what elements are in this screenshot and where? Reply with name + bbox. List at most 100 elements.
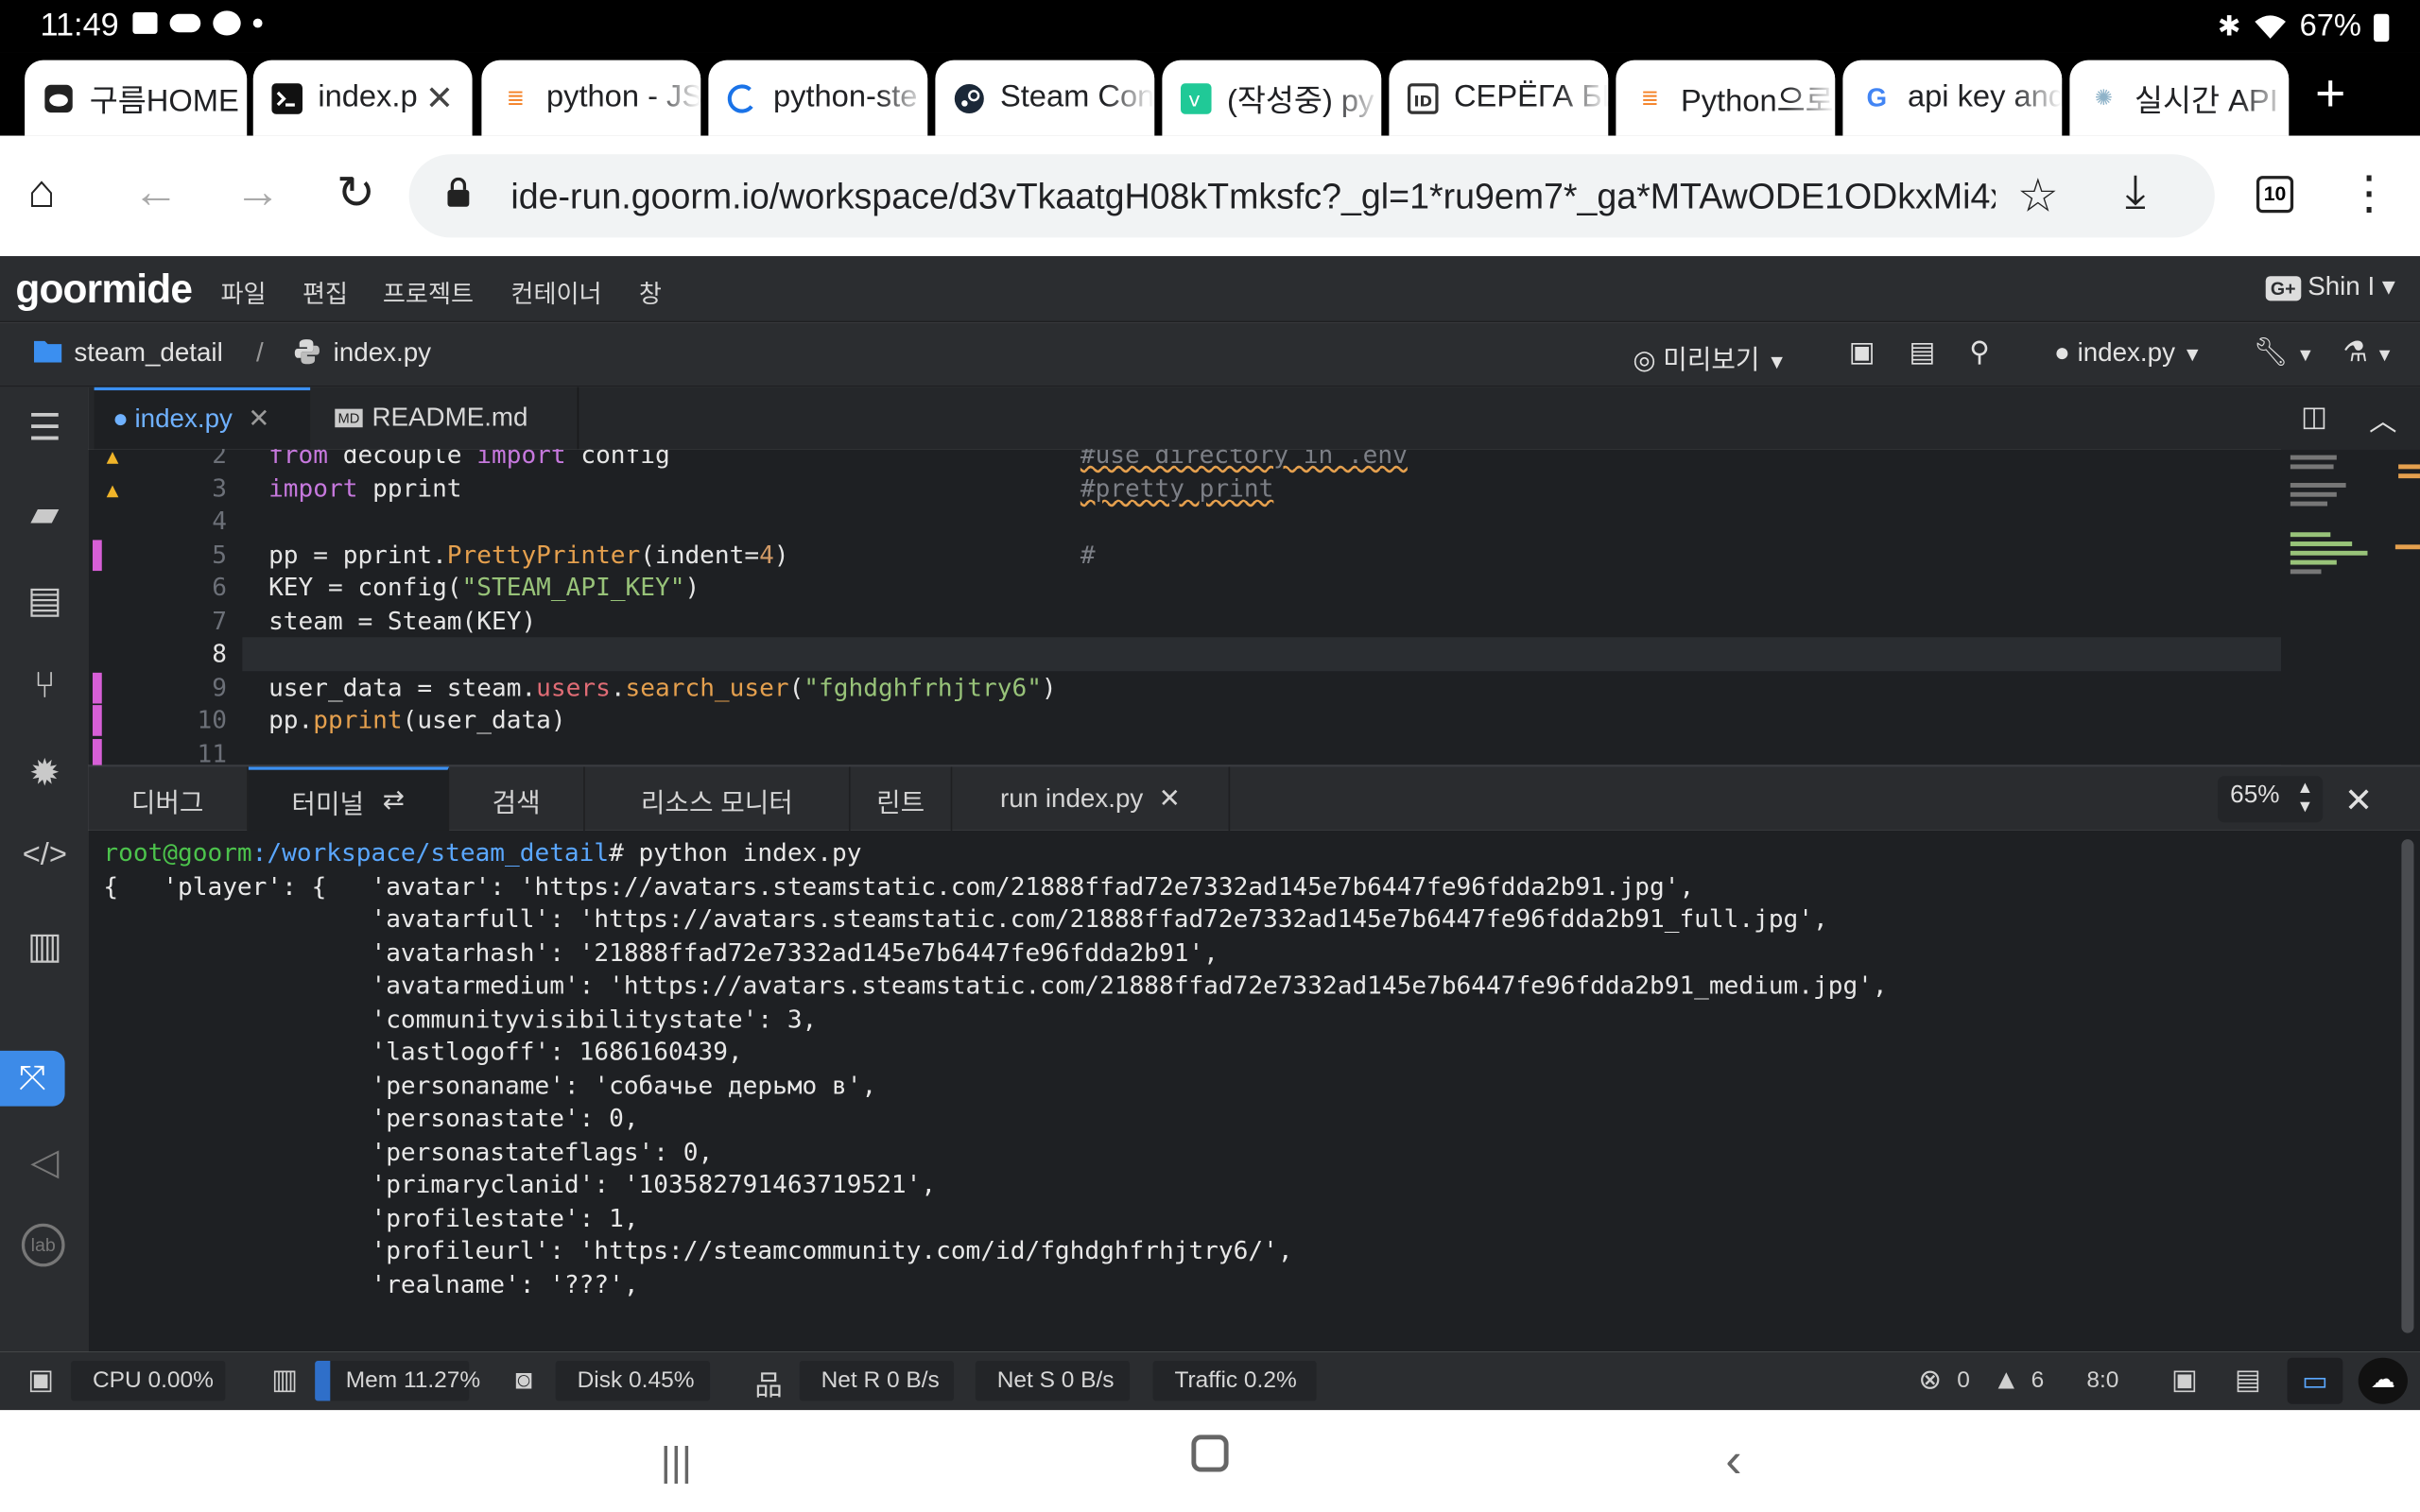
folder-icon (33, 338, 62, 370)
menu-edit[interactable]: 편집 (302, 273, 348, 310)
python-icon (293, 338, 320, 374)
terminal-line: 'personastateflags': 0, (103, 1137, 714, 1167)
git-branch-icon[interactable]: ⑂ (22, 665, 68, 709)
vscode-icon[interactable]: ◁ (22, 1141, 68, 1185)
briefcase-icon[interactable]: ▰ (22, 492, 68, 537)
change-marker (92, 672, 102, 704)
code-line: 6 KEY = config("STEAM_API_KEY") (212, 572, 700, 602)
menu-container[interactable]: 컨테이너 (510, 273, 601, 310)
cloud-status-icon[interactable]: ☁ (2358, 1357, 2408, 1404)
change-marker (92, 540, 102, 572)
address-bar[interactable]: ide-run.goorm.io/workspace/d3vTkaatgH08k… (408, 154, 2215, 238)
build-wrench-icon[interactable]: 🔧︎ ▼ (2254, 336, 2315, 369)
preview-button[interactable]: ◎ 미리보기 ▼ (1633, 338, 1787, 377)
close-icon[interactable]: ✕ (1159, 783, 1181, 815)
python-icon: ● (112, 404, 129, 434)
browser-tab[interactable]: ≣ python - JS (481, 60, 701, 136)
browser-tab[interactable]: G api key and (1842, 60, 2063, 136)
recent-apps-icon[interactable]: ||| (661, 1438, 692, 1486)
terminal-scrollbar[interactable] (2401, 839, 2414, 1333)
fullscreen-icon[interactable]: ⤧ (0, 1050, 65, 1107)
chat-icon[interactable]: ▤ (2235, 1364, 2261, 1396)
layout-icon[interactable]: ▣ (2171, 1364, 2198, 1396)
home-button-icon[interactable] (1191, 1435, 1229, 1472)
back-icon[interactable]: ← (132, 166, 179, 219)
terminal-toggle-icon[interactable]: ▭ (2287, 1357, 2343, 1404)
tab-resource-monitor[interactable]: 리소스 모니터 (585, 766, 851, 832)
bookmark-star-icon[interactable]: ☆ (2017, 170, 2059, 224)
browser-tab[interactable]: ≣ Python으로 (1616, 60, 1836, 136)
warning-icon[interactable]: ▲ (1993, 1364, 2020, 1396)
warning-count[interactable]: 6 (2031, 1367, 2045, 1394)
close-icon[interactable]: ✕ (248, 404, 269, 436)
editor-tab-readme[interactable]: MD README.md (317, 387, 579, 450)
flask-icon[interactable]: ⚗ ▼ (2342, 336, 2394, 369)
menu-file[interactable]: 파일 (220, 273, 266, 310)
close-panel-icon[interactable]: ✕ (2344, 781, 2373, 820)
refresh-icon[interactable]: ⇄ (383, 785, 405, 816)
more-menu-icon[interactable]: ⋮ (2346, 166, 2393, 220)
terminal-line: 'personastate': 0, (103, 1103, 639, 1133)
terminal-line: 'personaname': 'собачье дерьмо в', (103, 1071, 877, 1101)
terminal-icon (271, 82, 302, 113)
search-icon[interactable]: ⚲ (1969, 336, 1990, 369)
tab-run-index-py[interactable]: run index.py ✕ (952, 766, 1231, 832)
code-icon[interactable]: </> (22, 838, 68, 874)
browser-tab[interactable]: python-ste (708, 60, 928, 136)
user-menu[interactable]: G+ Shin I ▾ (2265, 271, 2395, 302)
browser-tab-active[interactable]: index.p ✕ (252, 60, 473, 136)
change-marker (92, 705, 102, 736)
save-icon[interactable]: ▣ (1849, 336, 1876, 369)
run-target-select[interactable]: ● index.py ▼ (2054, 338, 2203, 369)
debug-bug-icon[interactable]: ✹ (22, 751, 68, 796)
browser-tab[interactable]: Steam Con (935, 60, 1155, 136)
new-tab-button[interactable]: + (2315, 68, 2345, 121)
python-icon: ● (2054, 337, 2070, 368)
markdown-icon: MD (335, 408, 363, 428)
hamburger-menu-icon[interactable]: ☰ (22, 405, 68, 450)
editor-tab-index-py[interactable]: ● index.py ✕ (94, 387, 311, 450)
back-button-icon[interactable]: ‹ (1725, 1432, 1741, 1488)
breadcrumb-project[interactable]: steam_detail (74, 338, 222, 369)
terminal-output[interactable]: root@goorm:/workspace/steam_detail# pyth… (88, 830, 2420, 1352)
terminal-zoom-select[interactable]: 65% ▲ ▼ (2218, 776, 2324, 823)
id-icon: ID (1407, 82, 1439, 113)
close-tab-icon[interactable]: ✕ (425, 78, 454, 118)
home-icon[interactable]: ⌂ (27, 166, 56, 219)
url-text[interactable]: ide-run.goorm.io/workspace/d3vTkaatgH08k… (510, 176, 1996, 217)
tab-terminal[interactable]: 터미널 ⇄ (248, 766, 450, 832)
android-status-bar: 11:49 ✱ 67% (0, 0, 2420, 53)
wifi-icon (2255, 14, 2286, 38)
tab-search[interactable]: 검색 (449, 766, 585, 832)
error-icon[interactable]: ⊗ (1918, 1364, 1942, 1396)
forward-icon[interactable]: → (234, 166, 281, 219)
menu-window[interactable]: 창 (639, 273, 662, 310)
menu-project[interactable]: 프로젝트 (383, 273, 474, 310)
browser-tab[interactable]: ✺ 실시간 API (2069, 60, 2290, 136)
split-view-icon[interactable]: ◫ (2301, 401, 2327, 433)
outline-icon[interactable]: ▤ (22, 578, 68, 623)
browser-tab[interactable]: ID СЕРЁГА БИ (1389, 60, 1609, 136)
collapse-icon[interactable]: ︿ (2369, 400, 2396, 439)
loading-icon (727, 82, 758, 113)
breadcrumb-file[interactable]: index.py (334, 338, 431, 369)
tab-switcher-button[interactable]: 10 (2256, 176, 2294, 214)
code-editor[interactable]: ▲ 2 from decouple import config #use dir… (88, 449, 2420, 765)
cpu-usage: CPU 0.00% (71, 1360, 226, 1401)
error-count[interactable]: 0 (1957, 1367, 1970, 1394)
tab-lint[interactable]: 린트 (851, 766, 953, 832)
gallery-icon (132, 12, 158, 34)
download-icon[interactable]: ⤓ (2125, 166, 2146, 219)
notebook-icon[interactable]: ▥ (22, 924, 68, 969)
traffic-usage: Traffic 0.2% (1152, 1360, 1317, 1401)
browser-tab[interactable]: 구름HOME (25, 60, 248, 136)
bluetooth-icon: ✱ (2217, 10, 2241, 43)
browser-tab-strip: 구름HOME index.p ✕ ≣ python - JS python-st… (0, 52, 2420, 136)
tab-debugger[interactable]: 디버그 (88, 766, 249, 832)
code-minimap[interactable] (2281, 449, 2420, 765)
reload-icon[interactable]: ↻ (337, 166, 375, 220)
lab-icon[interactable]: lab (21, 1223, 65, 1267)
save-all-icon[interactable]: ▤ (1910, 336, 1936, 369)
browser-tab[interactable]: v (작성중) py (1162, 60, 1382, 136)
terminal-line: { 'player': { 'avatar': 'https://avatars… (103, 871, 1695, 902)
